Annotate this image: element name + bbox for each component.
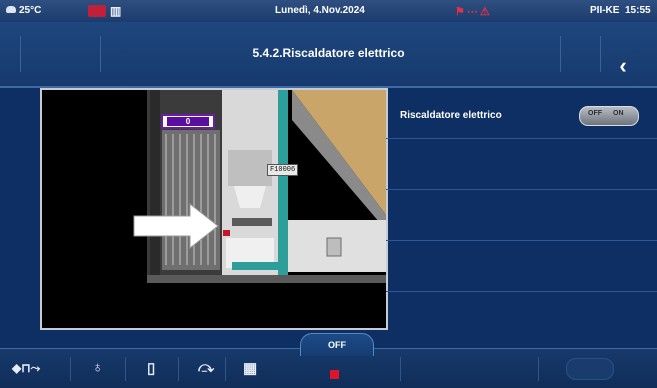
alarm-indicator-icon[interactable]: [88, 5, 106, 17]
page-title: 5.4.2.Riscaldatore elettrico: [252, 46, 405, 60]
toolbar-divider: [125, 357, 126, 381]
heater-toggle[interactable]: OFF ON: [579, 106, 639, 126]
toggle-off-label: OFF: [588, 110, 602, 117]
setting-row-empty: [386, 139, 657, 190]
setting-label: Riscaldatore elettrico: [400, 110, 502, 121]
toolbar-pill-button[interactable]: [566, 358, 614, 380]
outdoor-temperature: 25°C: [19, 5, 42, 16]
cloud-icon: [6, 6, 16, 13]
mode-off-button[interactable]: OFF: [300, 333, 374, 356]
warning-icons[interactable]: ⚑⋯⚠: [455, 5, 492, 18]
sensor-label: F10006: [267, 164, 299, 176]
stop-icon[interactable]: [330, 370, 339, 379]
toolbar-divider: [225, 357, 226, 381]
boiler-image-panel: 0 F10006: [40, 88, 388, 330]
flame-icon[interactable]: ♁: [92, 359, 103, 376]
toolbar-divider: [70, 357, 71, 381]
toolbar-divider: [178, 357, 179, 381]
header: 5.4.2.Riscaldatore elettrico ‹: [0, 22, 657, 88]
grid-icon[interactable]: ▦: [243, 359, 257, 377]
boiler-cutaway-illustration: [133, 90, 386, 283]
back-button[interactable]: ‹: [609, 52, 637, 82]
setting-row-empty: [386, 190, 657, 241]
toggle-on-label: ON: [613, 110, 624, 117]
fan-icon[interactable]: ⤼: [198, 359, 214, 376]
date-display: Lunedì, 4.Nov.2024: [275, 5, 365, 16]
status-bar: 25°C ▥ Lunedì, 4.Nov.2024 ⚑⋯⚠ PII-KE 15:…: [0, 0, 657, 23]
setting-row-empty: [386, 241, 657, 292]
heating-mode-icon[interactable]: ◆⊓⤳: [12, 361, 40, 376]
time-display: 15:55: [625, 5, 651, 16]
settings-list: Riscaldatore elettrico OFF ON: [386, 88, 657, 292]
tank-icon[interactable]: ▯: [147, 359, 155, 377]
grid-icon[interactable]: ▥: [110, 4, 121, 18]
chevron-left-icon: ‹: [619, 53, 627, 78]
toolbar-divider: [400, 357, 401, 381]
toolbar-divider: [538, 357, 539, 381]
setting-row-riscaldatore[interactable]: Riscaldatore elettrico OFF ON: [386, 88, 657, 139]
user-display[interactable]: PII-KE: [590, 5, 619, 16]
counter-value: 0: [185, 117, 191, 126]
